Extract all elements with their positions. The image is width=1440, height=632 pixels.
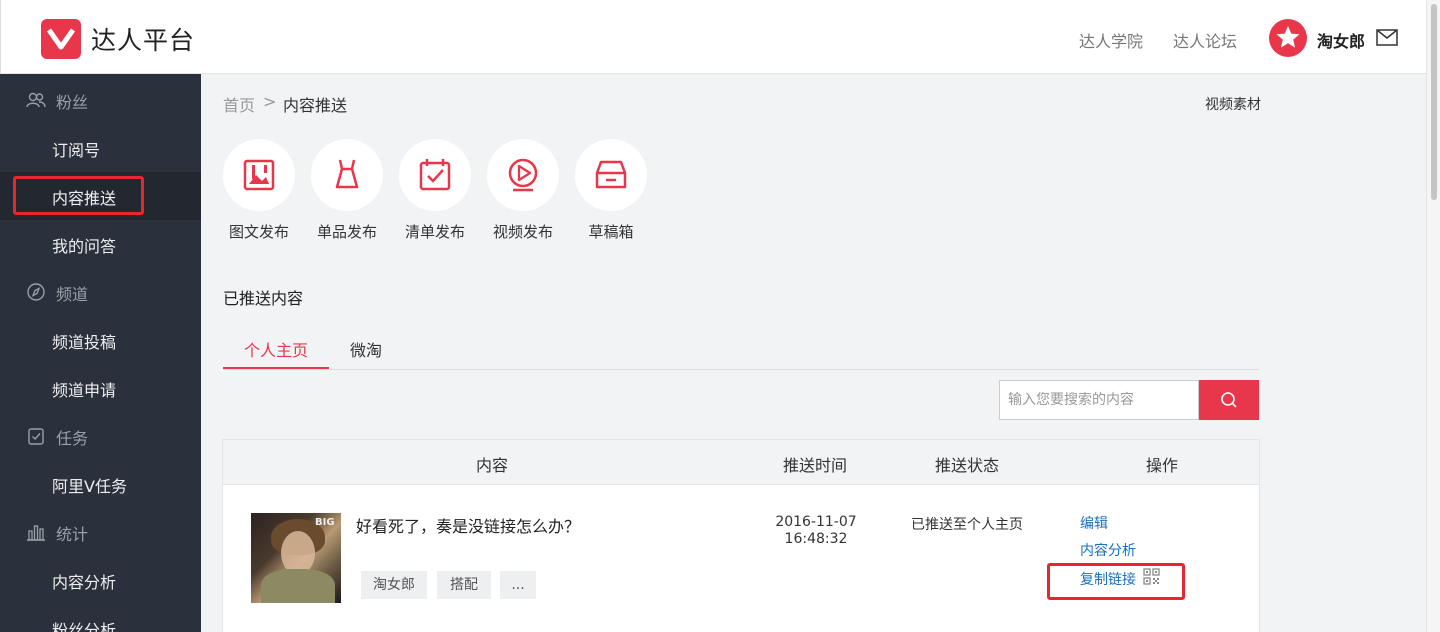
tab-active-indicator (223, 367, 329, 369)
breadcrumb-home[interactable]: 首页 (223, 92, 255, 116)
video-material-link[interactable]: 视频素材 (1205, 94, 1261, 114)
sidebar-item-label: 内容分析 (52, 573, 117, 592)
sidebar-group-fans[interactable]: 粉丝 (0, 76, 201, 124)
sidebar-item-label: 频道申请 (52, 381, 117, 400)
header-content: 内容 (476, 456, 509, 475)
clipboard-check-icon (28, 428, 44, 445)
checklist-icon (419, 159, 451, 191)
forum-link[interactable]: 达人论坛 (1173, 28, 1237, 52)
post-title[interactable]: 好看死了，奏是没链接怎么办？ (356, 513, 580, 537)
sidebar-item-label: 订阅号 (52, 141, 101, 160)
publish-label: 单品发布 (316, 223, 377, 241)
sidebar-item-label: 频道投稿 (52, 333, 117, 352)
edit-link[interactable]: 编辑 (1080, 513, 1108, 533)
publish-label: 草稿箱 (588, 223, 634, 241)
push-date: 2016-11-07 (775, 514, 857, 530)
sidebar: 粉丝 订阅号 内容推送 我的问答 频道 频道投稿 频道申请 任务 阿里V任务 统… (0, 74, 201, 632)
post-thumbnail[interactable]: BIG (251, 513, 341, 603)
publish-label: 图文发布 (228, 223, 289, 241)
academy-link[interactable]: 达人学院 (1079, 28, 1143, 52)
sidebar-item-aliv-task[interactable]: 阿里V任务 (0, 460, 201, 508)
search-input[interactable] (999, 380, 1199, 420)
sidebar-item-label: 粉丝 (56, 93, 89, 112)
header-push-status: 推送状态 (935, 456, 1000, 475)
sidebar-item-content-analysis[interactable]: 内容分析 (0, 556, 201, 604)
tab-weitao[interactable]: 微淘 (350, 337, 382, 361)
dress-icon (335, 159, 359, 189)
top-header: 达人平台 达人学院 达人论坛 淘女郎 (0, 0, 1426, 74)
compass-icon (27, 283, 45, 301)
tag-button[interactable]: 搭配 (437, 571, 491, 599)
username[interactable]: 淘女郎 (1317, 28, 1365, 52)
bar-chart-icon (27, 525, 45, 541)
more-tags-button[interactable]: ... (500, 571, 536, 599)
sidebar-item-my-qa[interactable]: 我的问答 (0, 220, 201, 268)
tabs-divider (223, 369, 1259, 370)
publish-label: 视频发布 (492, 223, 553, 241)
pushed-content-table: 内容 推送时间 推送状态 操作 BIG 好看死了，奏是没链接怎么办？ 淘女郎 搭… (222, 439, 1260, 632)
logo-icon[interactable] (41, 19, 81, 59)
header-push-time: 推送时间 (783, 456, 848, 475)
tab-personal-home[interactable]: 个人主页 (244, 337, 308, 361)
sidebar-item-label: 统计 (56, 525, 89, 544)
image-text-icon (243, 159, 275, 191)
sidebar-item-fans-analysis[interactable]: 粉丝分析 (0, 604, 201, 632)
play-video-icon (508, 158, 538, 192)
content-analysis-link[interactable]: 内容分析 (1080, 540, 1136, 560)
search-icon (1221, 392, 1237, 408)
highlight-box-content-push (13, 176, 144, 215)
search-button[interactable] (1199, 380, 1259, 420)
sidebar-group-stats[interactable]: 统计 (0, 508, 201, 556)
publish-single-item-button[interactable]: 单品发布 (311, 139, 383, 242)
publish-video-button[interactable]: 视频发布 (487, 139, 559, 242)
push-clock-time: 16:48:32 (784, 531, 848, 547)
fans-icon (26, 92, 46, 108)
drafts-button[interactable]: 草稿箱 (575, 139, 647, 242)
sidebar-group-channel[interactable]: 频道 (0, 268, 201, 316)
sidebar-item-label: 阿里V任务 (52, 477, 127, 496)
highlight-box-copy-link (1047, 563, 1185, 600)
publish-label: 清单发布 (404, 223, 465, 241)
sidebar-item-label: 粉丝分析 (52, 621, 117, 632)
sidebar-item-channel-submit[interactable]: 频道投稿 (0, 316, 201, 364)
push-status: 已推送至个人主页 (911, 517, 1023, 533)
sidebar-item-label: 频道 (56, 285, 89, 304)
breadcrumb-separator: > (263, 92, 277, 111)
thumbnail-text: BIG (315, 517, 335, 528)
tag-button[interactable]: 淘女郎 (361, 571, 427, 599)
drafts-tray-icon (595, 160, 627, 189)
avatar[interactable] (1269, 19, 1307, 57)
mail-icon[interactable] (1376, 29, 1398, 46)
sidebar-item-subscription[interactable]: 订阅号 (0, 124, 201, 172)
sidebar-group-tasks[interactable]: 任务 (0, 412, 201, 460)
push-time: 2016-11-07 16:48:32 (771, 514, 861, 548)
brand-title: 达人平台 (91, 26, 196, 55)
sidebar-item-label: 我的问答 (52, 237, 117, 256)
scrollbar[interactable] (1426, 0, 1440, 632)
sidebar-item-channel-apply[interactable]: 频道申请 (0, 364, 201, 412)
table-header: 内容 推送时间 推送状态 操作 (223, 440, 1259, 485)
breadcrumb-current: 内容推送 (283, 96, 348, 115)
sidebar-item-label: 任务 (56, 429, 89, 448)
publish-image-text-button[interactable]: 图文发布 (223, 139, 295, 242)
scrollbar-thumb[interactable] (1431, 4, 1437, 200)
header-actions: 操作 (1146, 456, 1179, 475)
section-title: 已推送内容 (223, 289, 304, 308)
publish-checklist-button[interactable]: 清单发布 (399, 139, 471, 242)
